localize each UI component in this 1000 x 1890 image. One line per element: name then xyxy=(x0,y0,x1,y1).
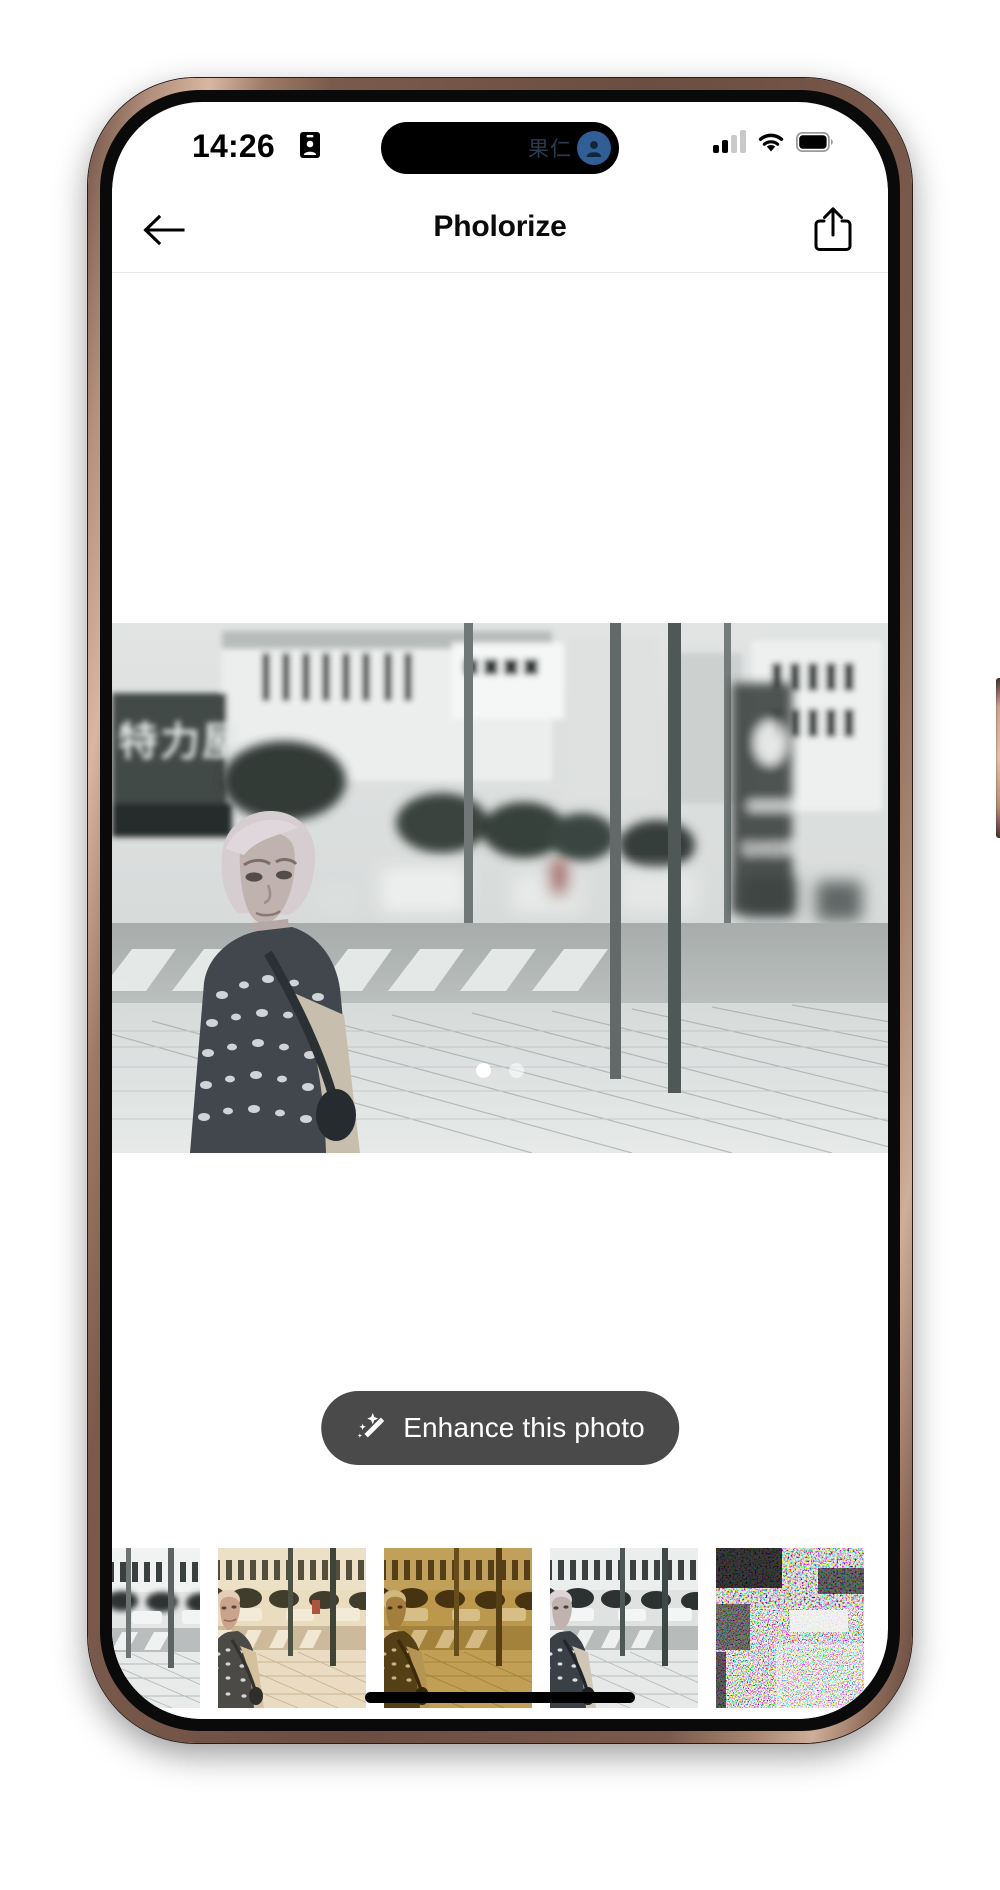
filter-thumbnail-strip[interactable] xyxy=(112,1548,888,1708)
photo-page-indicator[interactable] xyxy=(476,1063,524,1078)
magic-wand-sparkle-icon xyxy=(357,1413,385,1438)
page-dot-active[interactable] xyxy=(476,1063,491,1078)
editor-canvas: 特 力 屋 SHOP Enhance this photo xyxy=(112,273,888,1548)
share-export-icon xyxy=(814,207,852,251)
contact-card-icon xyxy=(300,132,320,158)
filter-thumb-neutral[interactable] xyxy=(550,1548,698,1708)
phone-screen: 14:26 果仁 Pholorize 特 力 屋 SHOP Enhance th… xyxy=(112,102,888,1719)
tab-adjustments[interactable] xyxy=(694,1708,888,1719)
navigation-bar: Pholorize xyxy=(112,188,888,273)
screenshot-root: 14:26 果仁 Pholorize 特 力 屋 SHOP Enhance th… xyxy=(0,0,1000,1890)
status-bar-indicators xyxy=(713,129,834,153)
filter-thumb-sepia-gold[interactable] xyxy=(384,1548,532,1708)
tab-curves[interactable] xyxy=(500,1708,694,1719)
home-indicator-bar[interactable] xyxy=(365,1692,635,1703)
dynamic-island[interactable]: 果仁 xyxy=(381,122,619,174)
filter-thumb-warm-cream[interactable] xyxy=(218,1548,366,1708)
person-avatar-icon xyxy=(577,131,611,165)
wifi-icon xyxy=(758,133,784,152)
power-button[interactable] xyxy=(996,678,1000,838)
status-bar-time: 14:26 xyxy=(192,128,275,164)
status-bar: 14:26 果仁 xyxy=(112,102,888,188)
cellular-signal-icon xyxy=(713,129,746,153)
page-dot[interactable] xyxy=(509,1063,524,1078)
battery-full-icon xyxy=(796,131,833,152)
tab-gallery[interactable] xyxy=(112,1708,306,1719)
dynamic-island-label: 果仁 xyxy=(528,137,572,161)
enhance-photo-button[interactable]: Enhance this photo xyxy=(321,1391,679,1465)
bottom-tab-bar xyxy=(112,1708,888,1719)
page-title: Pholorize xyxy=(433,210,567,243)
tab-colorize[interactable] xyxy=(306,1708,500,1719)
filter-thumb-rainbow-noise[interactable] xyxy=(716,1548,864,1708)
filter-thumb-grayscale[interactable] xyxy=(112,1548,200,1708)
share-button[interactable] xyxy=(804,200,862,258)
enhance-photo-label: Enhance this photo xyxy=(403,1412,645,1443)
